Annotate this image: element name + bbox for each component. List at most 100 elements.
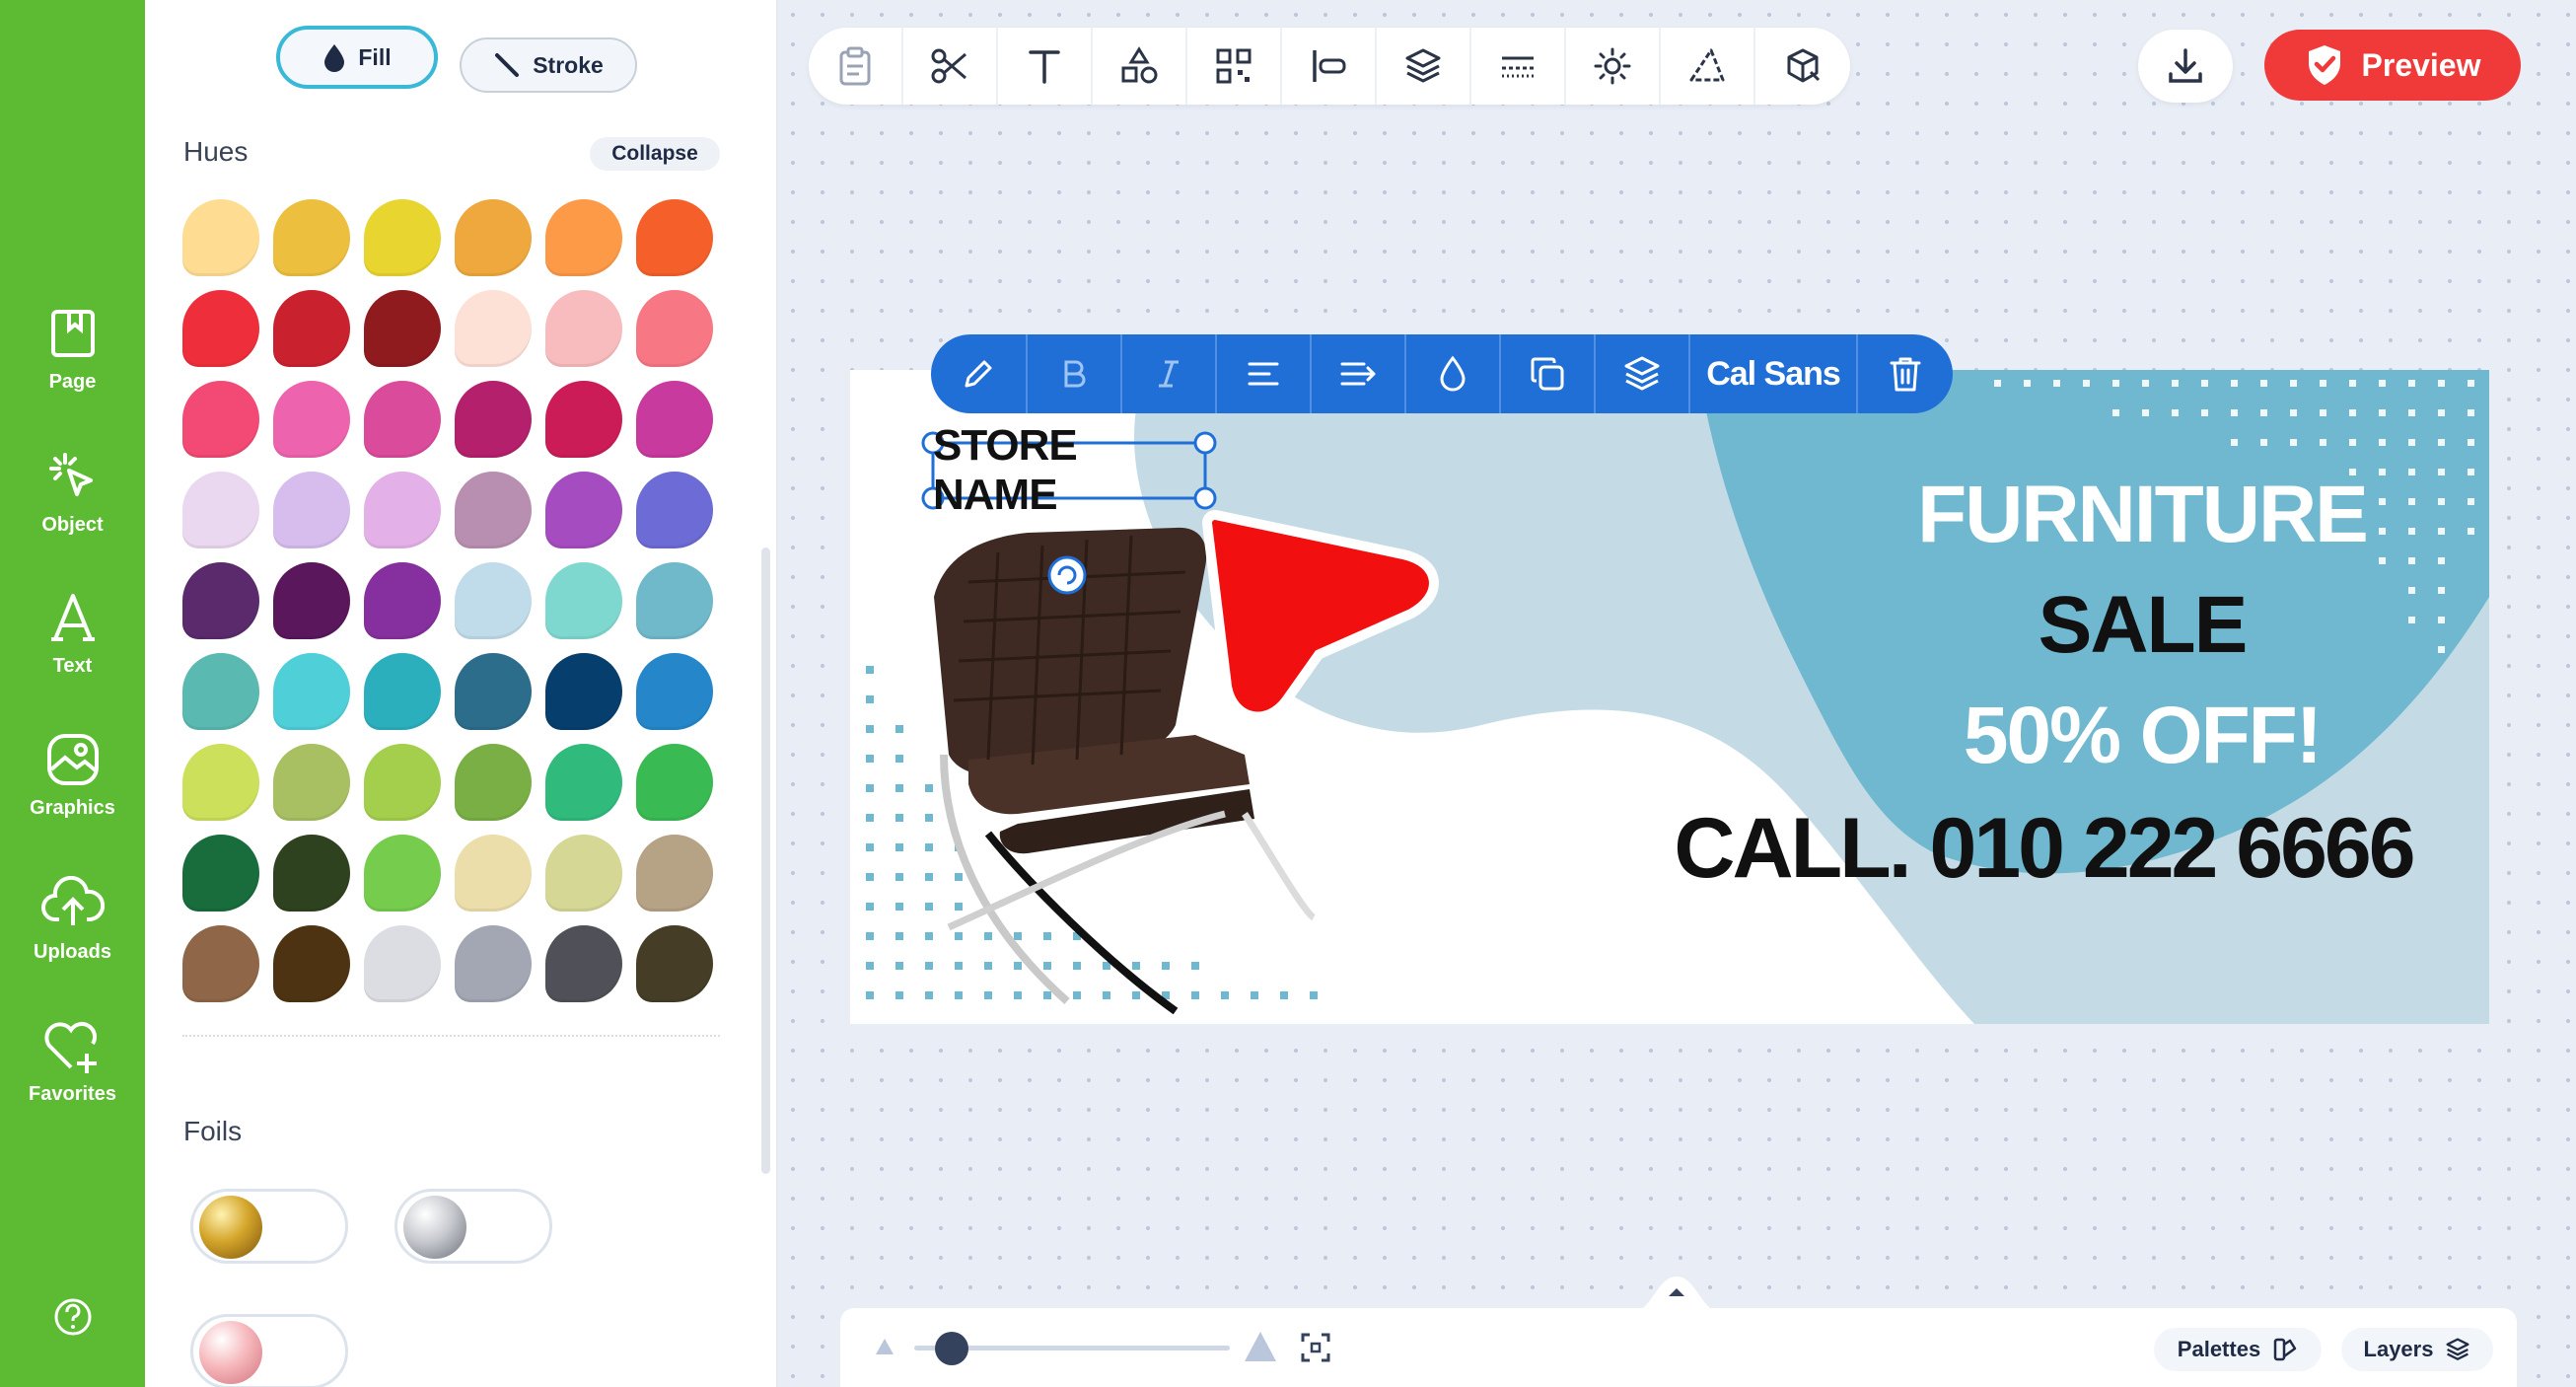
hue-swatch[interactable] [545,290,622,367]
hue-swatch[interactable] [273,653,350,730]
layers-panel-button[interactable]: Layers [2341,1328,2493,1371]
hue-swatch[interactable] [545,562,622,639]
design-artboard[interactable]: STORE NAME FURNITURE SALE 50% OFF! CALL.… [850,370,2489,1024]
hue-swatch[interactable] [182,744,259,821]
edit-text-button[interactable] [931,334,1028,413]
hue-swatch[interactable] [636,744,713,821]
fill-tab[interactable]: Fill [276,26,438,89]
headline-sale[interactable]: SALE [1876,579,2408,672]
text-color-button[interactable] [1406,334,1501,413]
download-button[interactable] [2138,30,2233,103]
hue-swatch[interactable] [182,835,259,912]
hue-swatch[interactable] [182,472,259,548]
hue-swatch[interactable] [273,562,350,639]
hue-swatch[interactable] [545,835,622,912]
hue-swatch[interactable] [182,653,259,730]
duplicate-button[interactable] [1501,334,1596,413]
shapes-button[interactable] [1093,28,1187,105]
hue-swatch[interactable] [364,199,441,276]
hue-swatch[interactable] [636,562,713,639]
align-left-button[interactable] [1217,334,1312,413]
palettes-button[interactable]: Palettes [2154,1328,2322,1371]
hue-swatch[interactable] [455,653,532,730]
hue-swatch[interactable] [182,199,259,276]
hue-swatch[interactable] [636,381,713,458]
hue-swatch[interactable] [636,472,713,548]
hue-swatch[interactable] [273,199,350,276]
hue-swatch[interactable] [273,290,350,367]
fit-screen-icon[interactable] [1300,1332,1331,1363]
headline-furniture[interactable]: FURNITURE [1876,469,2408,561]
hue-swatch[interactable] [636,835,713,912]
hue-swatch[interactable] [273,381,350,458]
hue-swatch[interactable] [364,835,441,912]
zoom-in-icon[interactable] [1243,1330,1278,1363]
hue-swatch[interactable] [545,199,622,276]
align-button[interactable] [1282,28,1377,105]
rail-item-favorites[interactable]: Favorites [0,1018,145,1106]
collapse-button[interactable]: Collapse [590,137,720,171]
hue-swatch[interactable] [455,562,532,639]
text-tool-button[interactable] [998,28,1093,105]
foil-silver-toggle[interactable] [394,1189,552,1264]
phone-text[interactable]: CALL. 010 222 6666 [1600,800,2487,898]
hue-swatch[interactable] [364,562,441,639]
hue-swatch[interactable] [364,290,441,367]
hue-swatch[interactable] [636,290,713,367]
cut-button[interactable] [903,28,998,105]
stroke-tab[interactable]: Stroke [460,37,637,93]
hue-swatch[interactable] [455,925,532,1002]
store-name-text[interactable]: STORE NAME [933,421,1205,519]
hue-swatch[interactable] [182,381,259,458]
spacing-button[interactable] [1471,28,1566,105]
triangle-button[interactable] [1661,28,1755,105]
brightness-button[interactable] [1566,28,1661,105]
italic-button[interactable] [1122,334,1217,413]
hue-swatch[interactable] [545,472,622,548]
box-button[interactable] [1755,28,1850,105]
rail-item-page[interactable]: Page [0,306,145,394]
hue-swatch[interactable] [636,653,713,730]
font-family-button[interactable]: Cal Sans [1690,334,1858,413]
layer-order-button[interactable] [1596,334,1690,413]
hue-swatch[interactable] [273,925,350,1002]
preview-button[interactable]: Preview [2264,30,2521,101]
text-direction-button[interactable] [1312,334,1406,413]
qr-code-button[interactable] [1187,28,1282,105]
hue-swatch[interactable] [455,290,532,367]
hue-swatch[interactable] [273,472,350,548]
bold-button[interactable] [1028,334,1122,413]
hue-swatch[interactable] [182,925,259,1002]
hue-swatch[interactable] [455,835,532,912]
foil-gold-toggle[interactable] [190,1189,348,1264]
zoom-out-icon[interactable] [874,1337,895,1356]
hue-swatch[interactable] [545,744,622,821]
hue-swatch[interactable] [455,744,532,821]
help-icon[interactable] [53,1297,93,1337]
hue-swatch[interactable] [273,744,350,821]
rail-item-uploads[interactable]: Uploads [0,876,145,964]
hue-swatch[interactable] [273,835,350,912]
layers-button[interactable] [1377,28,1471,105]
hue-swatch[interactable] [455,472,532,548]
rail-item-object[interactable]: Object [0,449,145,537]
hue-swatch[interactable] [636,199,713,276]
hue-swatch[interactable] [182,290,259,367]
rail-item-text[interactable]: Text [0,590,145,678]
clipboard-button[interactable] [809,28,903,105]
headline-discount[interactable]: 50% OFF! [1876,690,2408,782]
hue-swatch[interactable] [545,381,622,458]
bottom-panel-toggle[interactable] [1632,1273,1721,1312]
hue-swatch[interactable] [364,472,441,548]
hue-swatch[interactable] [545,925,622,1002]
delete-button[interactable] [1858,334,1953,413]
hue-swatch[interactable] [455,381,532,458]
hue-swatch[interactable] [455,199,532,276]
hue-swatch[interactable] [182,562,259,639]
rail-item-graphics[interactable]: Graphics [0,732,145,820]
hue-swatch[interactable] [545,653,622,730]
hue-swatch[interactable] [636,925,713,1002]
foil-rose-toggle[interactable] [190,1314,348,1387]
hue-swatch[interactable] [364,744,441,821]
hue-swatch[interactable] [364,925,441,1002]
